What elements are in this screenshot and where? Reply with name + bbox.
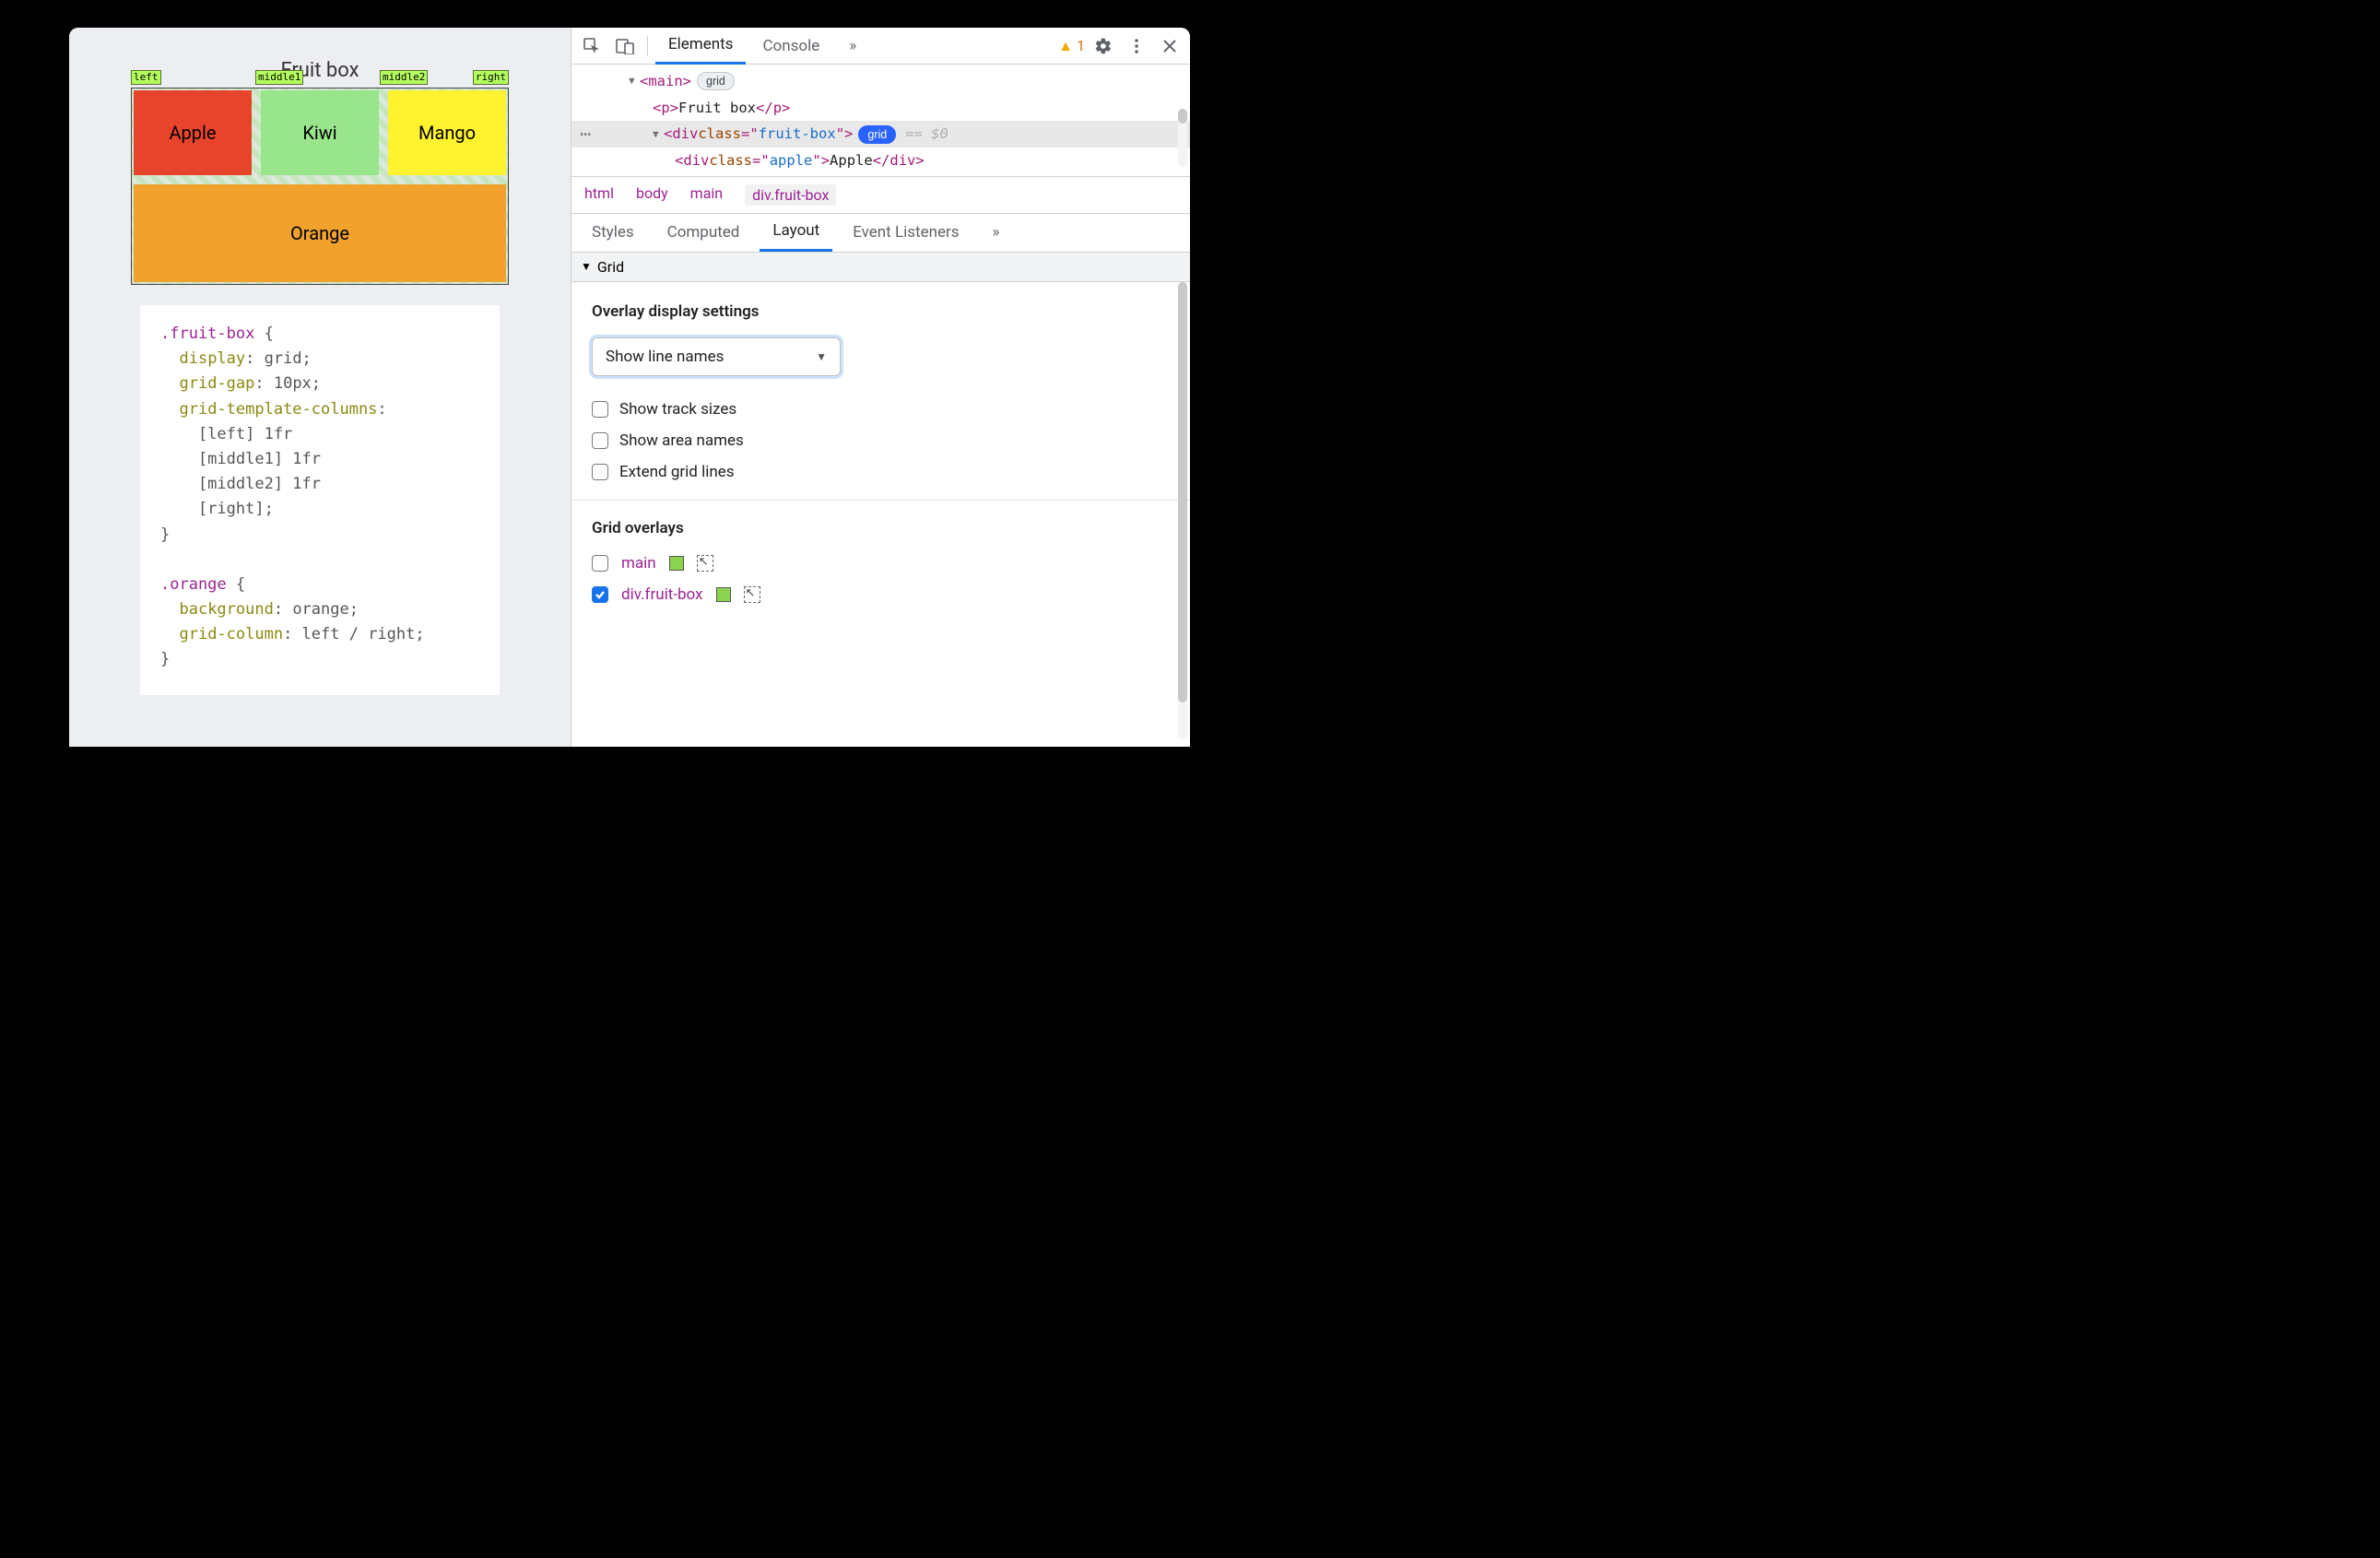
grid-badge-selected[interactable]: grid (858, 125, 896, 144)
dom-row-actions-icon[interactable]: ⋯ (580, 117, 592, 151)
fruit-box-grid[interactable]: Apple Kiwi Mango Orange (131, 88, 509, 285)
dollar-zero-ref: == $0 (905, 121, 948, 148)
page-viewport: Fruit box left middle1 middle2 right App… (69, 28, 571, 747)
disclosure-triangle-icon[interactable]: ▼ (581, 260, 592, 273)
panel-tabs-overflow-icon[interactable]: » (980, 213, 1013, 252)
browser-devtools-window: Fruit box left middle1 middle2 right App… (69, 28, 1190, 747)
layout-section-header-grid[interactable]: ▼ Grid (571, 253, 1190, 282)
panel-tab-computed[interactable]: Computed (654, 213, 753, 252)
panel-tab-styles[interactable]: Styles (579, 213, 647, 252)
breadcrumb-main[interactable]: main (690, 184, 723, 206)
grid-line-name-right: right (473, 70, 509, 85)
cell-kiwi[interactable]: Kiwi (261, 90, 379, 175)
disclosure-triangle-icon[interactable]: ▼ (653, 125, 662, 144)
checkbox-extend-grid-lines-row[interactable]: Extend grid lines (592, 463, 1170, 481)
tabs-overflow-icon[interactable]: » (836, 28, 869, 65)
scrollbar[interactable] (1178, 109, 1187, 167)
checkbox-overlay-main[interactable] (592, 555, 608, 572)
grid-line-name-middle2: middle2 (380, 70, 428, 85)
checkbox-overlay-fruit-box[interactable] (592, 586, 608, 603)
breadcrumb-body[interactable]: body (636, 184, 668, 206)
checkbox-show-area-names-row[interactable]: Show area names (592, 431, 1170, 450)
grid-overlay-main-row[interactable]: main (592, 554, 1170, 572)
grid-overlay-fruit-box-row[interactable]: div.fruit-box (592, 585, 1170, 604)
checkbox-label: Extend grid lines (619, 463, 735, 481)
cell-apple[interactable]: Apple (134, 90, 252, 175)
color-swatch[interactable] (669, 556, 684, 571)
grid-badge[interactable]: grid (697, 72, 735, 90)
line-names-select[interactable]: Show line names ▼ (592, 337, 841, 376)
grid-line-name-middle1: middle1 (255, 70, 303, 85)
dom-main-open[interactable]: ▼ <main> grid (571, 68, 1190, 95)
grid-line-name-left: left (131, 70, 161, 85)
kebab-menu-icon[interactable] (1122, 31, 1151, 61)
warning-icon: ▲ (1058, 37, 1073, 55)
disclosure-triangle-icon[interactable]: ▼ (629, 72, 638, 90)
select-value: Show line names (606, 348, 724, 366)
css-code-block: .fruit-box { display: grid; grid-gap: 10… (140, 305, 500, 695)
overlay-label-fruit-box[interactable]: div.fruit-box (621, 585, 703, 604)
scrollbar[interactable] (1178, 282, 1187, 739)
color-swatch[interactable] (716, 587, 731, 602)
dom-p-element[interactable]: <p>Fruit box</p> (571, 95, 1190, 122)
overlay-label-main[interactable]: main (621, 554, 656, 572)
scroll-into-view-icon[interactable] (744, 586, 760, 603)
divider (571, 500, 1190, 501)
settings-gear-icon[interactable] (1089, 31, 1118, 61)
checkbox-show-track-sizes[interactable] (592, 401, 608, 418)
dom-fruit-box-element[interactable]: ⋯ ▼ <div class="fruit-box"> grid == $0 (571, 121, 1190, 148)
devtools-toolbar: Elements Console » ▲ 1 (571, 28, 1190, 65)
close-devtools-icon[interactable] (1155, 31, 1184, 61)
checkbox-label: Show track sizes (619, 400, 736, 419)
panel-tab-event-listeners[interactable]: Event Listeners (840, 213, 972, 252)
warnings-badge[interactable]: ▲ 1 (1058, 37, 1085, 55)
sidebar-panel-tabs: Styles Computed Layout Event Listeners » (571, 214, 1190, 253)
toolbar-separator (647, 36, 648, 56)
checkbox-show-area-names[interactable] (592, 432, 608, 449)
tab-console[interactable]: Console (749, 28, 832, 65)
layout-panel-body: Overlay display settings Show line names… (571, 282, 1190, 747)
breadcrumb-html[interactable]: html (584, 184, 614, 206)
breadcrumb-fruit-box[interactable]: div.fruit-box (745, 184, 836, 206)
dom-tree[interactable]: ▼ <main> grid <p>Fruit box</p> ⋯ ▼ <div … (571, 65, 1190, 177)
panel-tab-layout[interactable]: Layout (760, 213, 832, 252)
overlay-display-settings-title: Overlay display settings (592, 302, 1170, 321)
cell-orange[interactable]: Orange (134, 184, 506, 282)
inspect-element-icon[interactable] (577, 31, 607, 61)
device-toolbar-icon[interactable] (610, 31, 640, 61)
cell-mango[interactable]: Mango (388, 90, 506, 175)
dom-apple-element[interactable]: <div class="apple">Apple</div> (571, 148, 1190, 174)
chevron-down-icon: ▼ (816, 350, 827, 363)
grid-overlays-title: Grid overlays (592, 519, 1170, 537)
warning-count: 1 (1077, 37, 1085, 54)
devtools-panel: Elements Console » ▲ 1 ▼ <main> gri (571, 28, 1190, 747)
checkbox-show-track-sizes-row[interactable]: Show track sizes (592, 400, 1170, 419)
scroll-into-view-icon[interactable] (697, 555, 713, 572)
grid-overlay-wrapper: left middle1 middle2 right Apple Kiwi Ma… (131, 88, 509, 285)
tab-elements[interactable]: Elements (655, 28, 746, 65)
checkbox-label: Show area names (619, 431, 744, 450)
layout-section-title: Grid (597, 258, 624, 276)
checkbox-extend-grid-lines[interactable] (592, 464, 608, 480)
breadcrumb: html body main div.fruit-box (571, 177, 1190, 214)
